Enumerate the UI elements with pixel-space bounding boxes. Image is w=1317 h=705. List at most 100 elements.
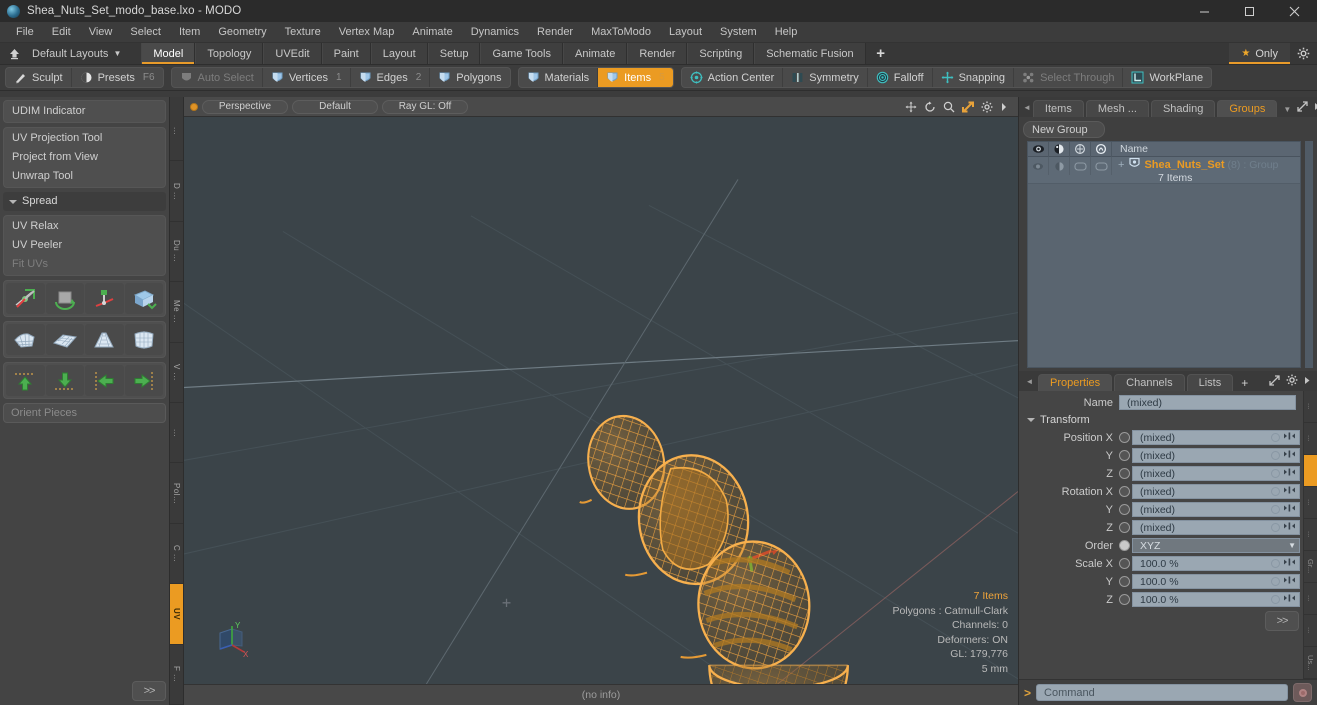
viewport-3d[interactable]: Y X 7 Items Polygons : Catmull-Clark Cha… [184, 117, 1018, 684]
zoom-icon[interactable] [943, 101, 955, 113]
close-button[interactable] [1272, 0, 1317, 22]
chevron-down-icon[interactable]: ▼ [1288, 541, 1296, 550]
property-key-toggle[interactable] [1119, 540, 1130, 551]
record-icon[interactable] [1293, 683, 1312, 702]
property-value-field[interactable]: 100.0 % [1132, 592, 1300, 607]
property-spinner-icon[interactable] [1283, 521, 1296, 534]
add-layout-button[interactable]: + [866, 43, 896, 64]
property-spinner-icon[interactable] [1283, 575, 1296, 588]
rotate-uv-icon[interactable] [45, 283, 84, 314]
property-value-field[interactable]: (mixed) [1132, 520, 1300, 535]
layout-tab-render[interactable]: Render [627, 43, 688, 64]
falloff-button[interactable]: Falloff [868, 68, 933, 87]
viewport-perspective-dropdown[interactable]: Perspective [202, 99, 288, 114]
pan-icon[interactable] [905, 101, 917, 113]
left-vtab-0[interactable]: ... [170, 101, 183, 162]
layout-tab-topology[interactable]: Topology [195, 43, 264, 64]
expand-tree-icon[interactable]: + [1118, 159, 1124, 171]
align-left-icon[interactable] [85, 365, 124, 396]
left-vtab-4[interactable]: V ... [170, 343, 183, 404]
properties-arrow-icon[interactable] [1304, 376, 1311, 388]
left-vtab-8[interactable]: UV [170, 584, 183, 645]
fit-icon[interactable] [962, 101, 974, 113]
properties-vtab-3[interactable]: ... [1304, 487, 1317, 519]
tabs-dropdown-icon[interactable]: ▼ [1279, 105, 1295, 117]
menu-item-item[interactable]: Item [170, 22, 209, 43]
gear-icon[interactable] [1290, 43, 1317, 64]
left-vtab-1[interactable]: D ... [170, 161, 183, 222]
edges-button[interactable]: Edges 2 [351, 68, 431, 87]
tool-uv-relax[interactable]: UV Relax [5, 217, 164, 236]
properties-expand-button[interactable]: >> [1265, 611, 1299, 631]
layout-tab-model[interactable]: Model [141, 43, 196, 64]
row-lock-toggle[interactable] [1091, 157, 1112, 175]
menu-item-render[interactable]: Render [528, 22, 582, 43]
add-properties-tab-button[interactable]: + [1235, 376, 1254, 391]
layout-tab-schematic-fusion[interactable]: Schematic Fusion [754, 43, 866, 64]
properties-vtab-1[interactable]: ... [1304, 423, 1317, 455]
uv-fit-icon[interactable] [6, 324, 45, 355]
layout-tab-game-tools[interactable]: Game Tools [480, 43, 563, 64]
table-row[interactable]: + Shea_Nuts_Set (8) : Group 7 Items [1028, 157, 1300, 184]
name-field[interactable]: (mixed) [1119, 395, 1296, 410]
properties-tab-properties[interactable]: Properties [1038, 374, 1113, 391]
property-anim-dot[interactable] [1271, 523, 1280, 532]
items-button[interactable]: Items 5 [598, 68, 673, 87]
symmetry-button[interactable]: Symmetry [783, 68, 868, 87]
property-value-field[interactable]: 100.0 % [1132, 556, 1300, 571]
property-anim-dot[interactable] [1271, 595, 1280, 604]
menu-item-vertex-map[interactable]: Vertex Map [330, 22, 404, 43]
action-center-button[interactable]: Action Center [682, 68, 784, 87]
property-value-field[interactable]: (mixed) [1132, 430, 1300, 445]
eye-icon[interactable] [1028, 142, 1049, 157]
property-key-toggle[interactable] [1119, 504, 1130, 515]
menu-item-view[interactable]: View [80, 22, 122, 43]
property-spinner-icon[interactable] [1283, 485, 1296, 498]
properties-tab-lists[interactable]: Lists [1186, 374, 1234, 391]
spread-section-header[interactable]: Spread [3, 192, 166, 211]
tool-project-from-view[interactable]: Project from View [5, 148, 164, 167]
auto-select-button[interactable]: Auto Select [172, 68, 263, 87]
property-key-toggle[interactable] [1119, 486, 1130, 497]
expand-icon[interactable] [1297, 101, 1308, 115]
property-value-field[interactable]: (mixed) [1132, 466, 1300, 481]
property-anim-dot[interactable] [1271, 487, 1280, 496]
left-vtab-2[interactable]: Du ... [170, 222, 183, 283]
properties-vtab-7[interactable]: ... [1304, 615, 1317, 647]
new-group-button[interactable]: New Group [1023, 121, 1105, 138]
property-spinner-icon[interactable] [1283, 503, 1296, 516]
row-render-icon[interactable] [1049, 157, 1070, 175]
property-spinner-icon[interactable] [1283, 431, 1296, 444]
orient-pieces-field[interactable]: Orient Pieces [3, 403, 166, 423]
property-spinner-icon[interactable] [1283, 449, 1296, 462]
property-spinner-icon[interactable] [1283, 557, 1296, 570]
tool-udim-indicator[interactable]: UDIM Indicator [5, 102, 164, 121]
menu-item-dynamics[interactable]: Dynamics [462, 22, 528, 43]
left-vtab-7[interactable]: C ... [170, 524, 183, 585]
uv-taper-icon[interactable] [85, 324, 124, 355]
property-value-field[interactable]: (mixed) [1132, 502, 1300, 517]
property-anim-dot[interactable] [1271, 559, 1280, 568]
property-anim-dot[interactable] [1271, 433, 1280, 442]
render-icon[interactable] [1049, 142, 1070, 157]
menu-item-geometry[interactable]: Geometry [209, 22, 275, 43]
right-tab-shading[interactable]: Shading [1150, 100, 1216, 117]
properties-vtab-0[interactable]: ... [1304, 391, 1317, 423]
minimize-button[interactable] [1182, 0, 1227, 22]
sculpt-button[interactable]: Sculpt [6, 68, 72, 87]
properties-vtab-2[interactable] [1304, 455, 1317, 487]
flip-uv-icon[interactable] [124, 283, 163, 314]
command-input[interactable]: Command [1036, 684, 1288, 701]
align-right-icon[interactable] [124, 365, 163, 396]
menu-item-animate[interactable]: Animate [403, 22, 461, 43]
align-down-icon[interactable] [45, 365, 84, 396]
rotate-icon[interactable] [924, 101, 936, 113]
settings-icon[interactable] [981, 101, 993, 113]
left-vtab-6[interactable]: Pol... [170, 463, 183, 524]
layout-tab-animate[interactable]: Animate [562, 43, 628, 64]
properties-vtab-5[interactable]: Gr... [1304, 551, 1317, 583]
maximize-button[interactable] [1227, 0, 1272, 22]
menu-item-file[interactable]: File [7, 22, 43, 43]
property-anim-dot[interactable] [1271, 505, 1280, 514]
uv-distort-icon[interactable] [124, 324, 163, 355]
